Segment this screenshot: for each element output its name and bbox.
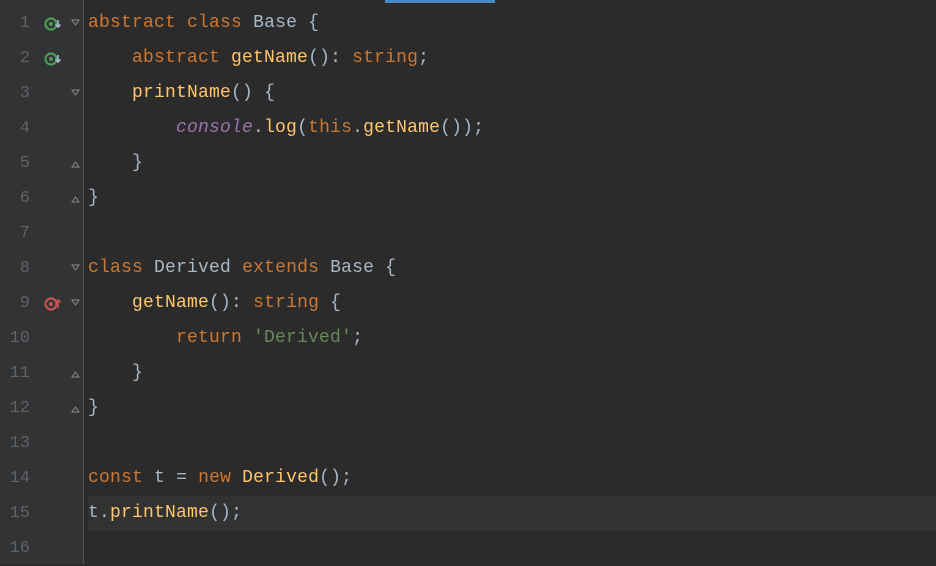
line-number[interactable]: 12 [0,391,38,426]
code-line: console.log(this.getName()); [88,111,936,146]
line-number[interactable]: 3 [0,76,38,111]
line-number[interactable]: 13 [0,426,38,461]
code-line: t.printName(); [88,496,936,531]
line-number[interactable]: 15 [0,496,38,531]
line-number[interactable]: 10 [0,321,38,356]
line-number[interactable]: 14 [0,461,38,496]
code-line: printName() { [88,76,936,111]
line-number-gutter: 1 2 3 4 5 6 7 8 9 10 11 12 13 14 15 16 [0,0,38,564]
code-line: abstract getName(): string; [88,41,936,76]
marker-gutter [38,0,68,564]
fold-close-icon[interactable] [68,181,83,216]
code-line [88,531,936,566]
code-line: getName(): string { [88,286,936,321]
overrides-icon[interactable] [38,286,68,321]
fold-open-icon[interactable] [68,286,83,321]
fold-close-icon[interactable] [68,391,83,426]
line-number[interactable]: 6 [0,181,38,216]
line-number[interactable]: 16 [0,531,38,566]
fold-gutter [68,0,84,564]
line-number[interactable]: 5 [0,146,38,181]
line-number[interactable]: 8 [0,251,38,286]
fold-open-icon[interactable] [68,251,83,286]
code-line: class Derived extends Base { [88,251,936,286]
implemented-by-icon[interactable] [38,6,68,41]
active-tab-indicator [385,0,495,3]
line-number[interactable]: 2 [0,41,38,76]
line-number[interactable]: 11 [0,356,38,391]
fold-open-icon[interactable] [68,6,83,41]
line-number[interactable]: 9 [0,286,38,321]
code-line [88,426,936,461]
code-line [88,216,936,251]
code-line: return 'Derived'; [88,321,936,356]
code-line: } [88,391,936,426]
fold-close-icon[interactable] [68,146,83,181]
line-number[interactable]: 4 [0,111,38,146]
code-line: abstract class Base { [88,6,936,41]
code-content[interactable]: abstract class Base { abstract getName()… [84,0,936,564]
implemented-by-icon[interactable] [38,41,68,76]
line-number[interactable]: 1 [0,6,38,41]
code-line: } [88,146,936,181]
line-number[interactable]: 7 [0,216,38,251]
code-line: } [88,181,936,216]
code-line: } [88,356,936,391]
code-line: const t = new Derived(); [88,461,936,496]
fold-close-icon[interactable] [68,356,83,391]
code-editor[interactable]: 1 2 3 4 5 6 7 8 9 10 11 12 13 14 15 16 [0,0,936,564]
fold-open-icon[interactable] [68,76,83,111]
